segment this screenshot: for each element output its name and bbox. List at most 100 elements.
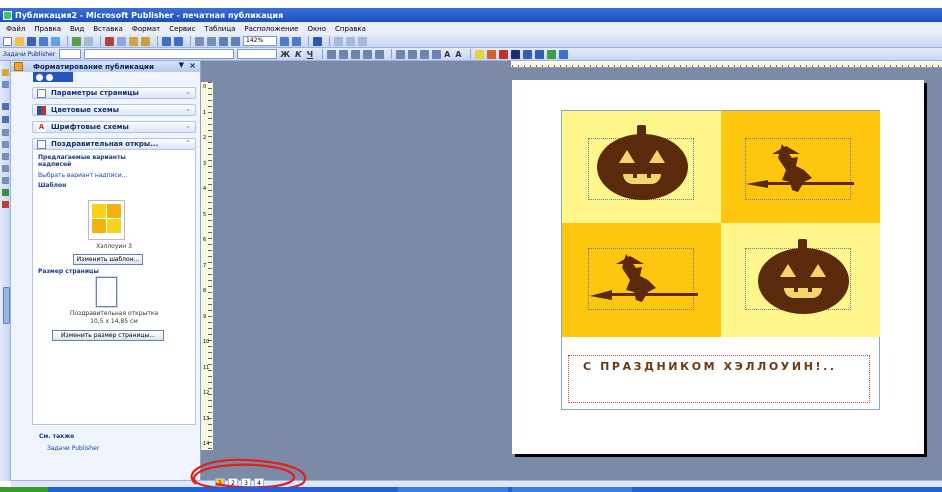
format-painter-icon[interactable] bbox=[141, 36, 150, 46]
bring-forward-icon[interactable] bbox=[195, 36, 204, 46]
chevron-down-icon[interactable]: ▼ bbox=[179, 61, 184, 69]
text-box-icon[interactable] bbox=[2, 81, 9, 88]
line-color-icon[interactable] bbox=[487, 49, 497, 59]
witch-on-broom-icon[interactable] bbox=[742, 140, 856, 202]
line-icon[interactable] bbox=[2, 141, 9, 148]
line-weight-icon[interactable] bbox=[511, 49, 521, 59]
taskpane-resize-handle[interactable] bbox=[3, 287, 10, 324]
help-icon[interactable] bbox=[313, 36, 322, 46]
select-icon[interactable] bbox=[2, 69, 9, 76]
open-icon[interactable] bbox=[15, 36, 24, 46]
menu-format[interactable]: Формат bbox=[132, 25, 160, 33]
section-color-schemes[interactable]: Цветовые схемы ⌄ bbox=[32, 104, 196, 116]
shadow-icon[interactable] bbox=[547, 49, 557, 59]
send-backward-icon[interactable] bbox=[207, 36, 216, 46]
choose-verse-link[interactable]: Выбрать вариант надписи... bbox=[38, 172, 190, 179]
grow-font-icon[interactable]: A bbox=[444, 50, 450, 59]
zoom-in-icon[interactable] bbox=[292, 36, 301, 46]
picture-icon[interactable] bbox=[2, 129, 9, 136]
oval-icon[interactable] bbox=[2, 153, 9, 160]
pumpkin-icon[interactable] bbox=[597, 125, 688, 200]
publisher-tasks-link[interactable]: Задачи Publisher bbox=[47, 445, 99, 452]
special-chars-icon[interactable] bbox=[231, 36, 240, 46]
rectangle-icon[interactable] bbox=[2, 165, 9, 172]
print-preview-icon[interactable] bbox=[51, 36, 60, 46]
align-right-icon[interactable] bbox=[351, 49, 361, 59]
underline-icon[interactable]: Ч bbox=[307, 50, 313, 59]
close-icon[interactable]: × bbox=[189, 61, 196, 70]
justify-icon[interactable] bbox=[363, 49, 373, 59]
print-icon[interactable] bbox=[39, 36, 48, 46]
change-template-button[interactable]: Изменить шаблон... bbox=[73, 254, 143, 265]
autoshapes-icon[interactable] bbox=[2, 177, 9, 184]
menu-file[interactable]: Файл bbox=[6, 25, 25, 33]
thumb-cell bbox=[107, 219, 121, 233]
menu-window[interactable]: Окно bbox=[307, 25, 326, 33]
menu-view[interactable]: Вид bbox=[70, 25, 84, 33]
zoom-out-icon[interactable] bbox=[280, 36, 289, 46]
align-center-icon[interactable] bbox=[339, 49, 349, 59]
forward-icon[interactable] bbox=[46, 73, 53, 81]
section-greeting-card[interactable]: Поздравительная откры... ⌃ bbox=[32, 138, 196, 150]
font-combo[interactable] bbox=[84, 49, 235, 59]
align-left-icon[interactable] bbox=[327, 49, 337, 59]
arrow-style-icon[interactable] bbox=[358, 36, 367, 46]
menu-arrange[interactable]: Расположение bbox=[244, 25, 298, 33]
menu-insert[interactable]: Вставка bbox=[93, 25, 123, 33]
undo-icon[interactable] bbox=[162, 36, 171, 46]
italic-icon[interactable]: К bbox=[295, 50, 302, 59]
menu-table[interactable]: Таблица bbox=[204, 25, 235, 33]
fill-color-icon[interactable] bbox=[475, 49, 485, 59]
menu-help[interactable]: Справка bbox=[335, 25, 366, 33]
back-icon[interactable] bbox=[36, 73, 43, 81]
tasks-button[interactable]: Задачи Publisher bbox=[3, 51, 55, 58]
table-icon[interactable] bbox=[2, 103, 9, 110]
menu-tools[interactable]: Сервис bbox=[169, 25, 195, 33]
line-style-icon[interactable] bbox=[334, 36, 343, 46]
size-combo[interactable] bbox=[237, 49, 278, 59]
numbering-icon[interactable] bbox=[396, 49, 406, 59]
page-size-thumbnail[interactable] bbox=[95, 276, 118, 308]
change-page-size-button[interactable]: Изменить размер страницы... bbox=[52, 330, 164, 341]
section-font-schemes[interactable]: A Шрифтовые схемы ⌄ bbox=[32, 121, 196, 133]
3d-icon[interactable] bbox=[559, 49, 569, 59]
distribute-icon[interactable] bbox=[375, 49, 385, 59]
template-thumbnail[interactable] bbox=[88, 200, 125, 240]
font-schemes-icon: A bbox=[37, 123, 46, 132]
save-icon[interactable] bbox=[27, 36, 36, 46]
decrease-indent-icon[interactable] bbox=[420, 49, 430, 59]
design-gallery-icon[interactable] bbox=[2, 201, 9, 208]
spelling-icon[interactable] bbox=[72, 36, 81, 46]
start-button[interactable] bbox=[0, 487, 48, 492]
style-combo[interactable] bbox=[59, 49, 82, 59]
taskbar-button[interactable] bbox=[512, 487, 632, 492]
taskbar-button[interactable] bbox=[398, 487, 508, 492]
section-page-options[interactable]: Параметры страницы ⌄ bbox=[32, 87, 196, 99]
increase-indent-icon[interactable] bbox=[432, 49, 442, 59]
cut-icon[interactable] bbox=[105, 36, 114, 46]
hotspot-icon[interactable] bbox=[2, 189, 9, 196]
font-color-icon[interactable] bbox=[499, 49, 509, 59]
bold-icon[interactable]: Ж bbox=[280, 50, 290, 59]
bullets-icon[interactable] bbox=[408, 49, 418, 59]
greeting-text[interactable]: С ПРАЗДНИКОМ ХЭЛЛОУИН!.. bbox=[583, 360, 837, 373]
arrow-icon[interactable] bbox=[535, 49, 545, 59]
paste-icon[interactable] bbox=[129, 36, 138, 46]
columns-icon[interactable] bbox=[219, 36, 228, 46]
pumpkin-icon[interactable] bbox=[758, 239, 849, 314]
ruler-number: 9 bbox=[203, 313, 207, 320]
copy-icon[interactable] bbox=[117, 36, 126, 46]
new-icon[interactable] bbox=[3, 36, 12, 46]
dash-icon[interactable] bbox=[523, 49, 533, 59]
wordart-icon[interactable] bbox=[2, 116, 9, 123]
red-highlight-scribble bbox=[190, 458, 307, 492]
dash-style-icon[interactable] bbox=[346, 36, 355, 46]
toolbar-separator bbox=[100, 36, 101, 46]
menu-edit[interactable]: Правка bbox=[34, 25, 61, 33]
shrink-font-icon[interactable]: A bbox=[455, 50, 461, 59]
witch-on-broom-icon[interactable] bbox=[586, 250, 700, 312]
research-icon[interactable] bbox=[84, 36, 93, 46]
redo-icon[interactable] bbox=[174, 36, 183, 46]
zoom-select[interactable]: 142% bbox=[243, 36, 277, 46]
section-label: Параметры страницы bbox=[51, 89, 139, 97]
